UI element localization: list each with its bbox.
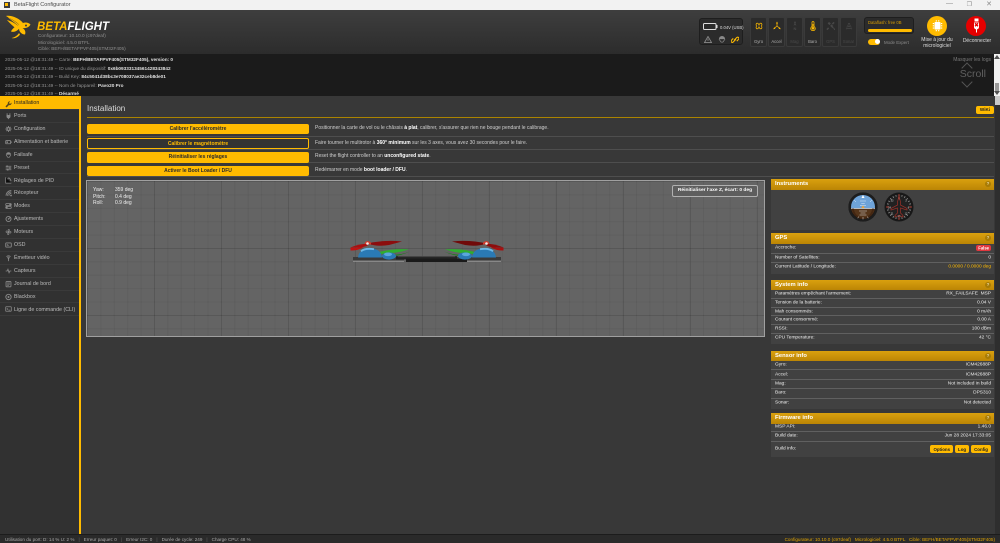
svg-text:N: N — [793, 26, 796, 31]
